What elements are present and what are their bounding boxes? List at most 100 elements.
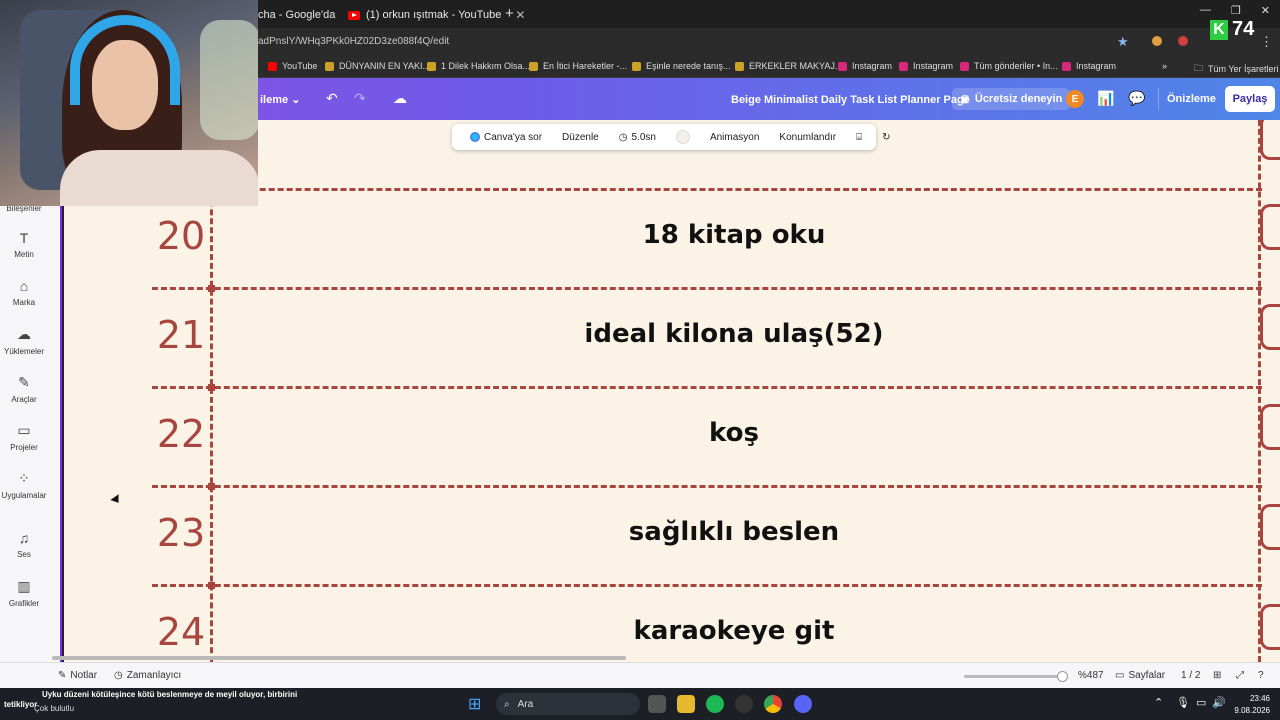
row-number[interactable]: 23	[152, 511, 210, 555]
task-text[interactable]: koş	[214, 418, 1254, 448]
analytics-icon[interactable]: 📊	[1097, 90, 1114, 107]
task-view-icon[interactable]	[648, 695, 666, 713]
row-end-tab	[1260, 204, 1280, 250]
extension-icon[interactable]	[1152, 36, 1162, 46]
bookmark-item[interactable]: 1 Dilek Hakkım Olsa...	[427, 61, 530, 71]
fullscreen-icon[interactable]: ⤢	[1236, 670, 1244, 681]
zoom-slider-knob[interactable]	[1057, 671, 1068, 682]
share-button[interactable]: Paylaş	[1225, 86, 1275, 112]
sidebar-item-uploads[interactable]: ☁ Yüklemeler	[0, 326, 48, 356]
bookmark-item[interactable]: Instagram	[899, 61, 953, 71]
row-number[interactable]: 22	[152, 412, 210, 456]
document-title[interactable]: Beige Minimalist Daily Task List Planner…	[731, 94, 970, 106]
bookmark-item[interactable]: Eşinle nerede tanış...	[632, 61, 731, 71]
duration-button[interactable]: ◷ 5.0sn	[609, 132, 666, 143]
sidebar-item-audio[interactable]: ♫ Ses	[0, 530, 48, 559]
sidebar-item-label: Uygulamalar	[1, 491, 47, 500]
bookmark-item[interactable]: ERKEKLER MAKYAJ...	[735, 61, 842, 71]
bookmark-item[interactable]: En İtici Hareketler -...	[529, 61, 627, 71]
sidebar-item-label: Yüklemeler	[3, 347, 44, 356]
sidebar-item-apps[interactable]: ⁘ Uygulamalar	[0, 470, 48, 500]
timer-label: Zamanlayıcı	[126, 670, 182, 681]
file-explorer-icon[interactable]	[677, 695, 695, 713]
comment-icon[interactable]: 💬	[1128, 90, 1145, 107]
bookmark-star-icon[interactable]: ★	[1117, 34, 1129, 50]
notes-button[interactable]: ✎ Notlar	[58, 670, 97, 681]
cloud-save-icon[interactable]: ☁	[393, 90, 407, 107]
tab-label: (1) orkun ışıtmak - YouTube	[366, 9, 502, 21]
taskbar-search[interactable]: ⌕ Ara	[496, 693, 640, 715]
task-text[interactable]: ideal kilona ulaş(52)	[214, 319, 1254, 349]
paint-format-icon[interactable]: ⌸	[846, 132, 872, 143]
bookmark-favicon-icon	[427, 61, 436, 71]
refresh-icon[interactable]: ↻	[872, 132, 900, 143]
ask-label: Canva'ya sor	[484, 131, 543, 143]
task-text[interactable]: sağlıklı beslen	[214, 517, 1254, 547]
sidebar-item-projects[interactable]: ▭ Projeler	[0, 422, 48, 452]
chevron-down-icon: ⌄	[291, 94, 301, 106]
timer-button[interactable]: ◷ Zamanlayıcı	[114, 670, 181, 681]
browser-menu-icon[interactable]: ⋮	[1260, 34, 1273, 50]
windows-start-icon[interactable]: ⊞	[468, 694, 481, 714]
preview-button[interactable]: Önizleme	[1158, 88, 1224, 110]
bookmark-label: Tüm gönderiler • In...	[974, 61, 1058, 71]
volume-icon[interactable]: 🔊	[1212, 696, 1226, 709]
close-tab-icon[interactable]: ✕	[515, 8, 525, 22]
bookmark-item[interactable]: Instagram	[838, 61, 892, 71]
edit-button[interactable]: Düzenle	[552, 132, 609, 143]
bookmark-item[interactable]: Tüm gönderiler • In...	[960, 61, 1058, 71]
task-text[interactable]: karaokeye git	[214, 616, 1254, 646]
undo-icon[interactable]: ↶	[326, 90, 338, 107]
background-light	[200, 20, 258, 140]
ask-canva-button[interactable]: Canva'ya sor	[460, 132, 552, 143]
all-bookmarks-button[interactable]: 🗀 Tüm Yer İşaretleri	[1194, 61, 1279, 77]
extension-icon[interactable]	[1178, 36, 1188, 46]
minimize-icon[interactable]: —	[1200, 4, 1211, 17]
close-window-icon[interactable]: ✕	[1261, 4, 1270, 17]
avatar[interactable]: E	[1066, 90, 1084, 108]
maximize-icon[interactable]: ❐	[1231, 4, 1241, 17]
help-icon[interactable]: ?	[1258, 670, 1264, 681]
sidebar-item-text[interactable]: T Metin	[0, 230, 48, 259]
sidebar-item-tools[interactable]: ✎ Araçlar	[0, 374, 48, 404]
chrome-icon[interactable]	[764, 695, 782, 713]
redo-icon[interactable]: ↷	[354, 90, 366, 107]
zoom-slider[interactable]	[964, 671, 1068, 682]
url-field[interactable]: adPnslY/WHq3PKk0HZ02D3ze088f4Q/edit	[258, 36, 449, 47]
bookmark-item[interactable]: Instagram	[1062, 61, 1116, 71]
row-number[interactable]: 24	[152, 610, 210, 654]
color-button[interactable]	[666, 130, 700, 144]
system-clock[interactable]: 23:46 9.08.2026	[1234, 693, 1270, 717]
sidebar-item-label: Metin	[14, 250, 34, 259]
tray-overflow-icon[interactable]: ⌃	[1154, 696, 1163, 709]
horizontal-scrollbar[interactable]	[52, 656, 626, 660]
task-text[interactable]: 18 kitap oku	[214, 220, 1254, 250]
zoom-level[interactable]: %487	[1078, 670, 1104, 681]
animation-button[interactable]: Animasyon	[700, 132, 769, 143]
notes-label: Notlar	[70, 670, 98, 681]
grid-view-icon[interactable]: ⊞	[1213, 670, 1221, 681]
microphone-icon[interactable]: 🎙	[1176, 696, 1190, 709]
obs-icon[interactable]	[735, 695, 753, 713]
sidebar-item-charts[interactable]: ▥ Grafikler	[0, 578, 48, 608]
network-icon[interactable]: ▭	[1196, 696, 1206, 709]
position-button[interactable]: Konumlandır	[769, 132, 846, 143]
page-indicator[interactable]: 1 / 2	[1181, 670, 1200, 681]
file-menu-button[interactable]: ileme ⌄	[260, 93, 300, 106]
bookmarks-overflow-button[interactable]: »	[1162, 61, 1167, 71]
new-tab-button[interactable]: +	[505, 5, 514, 22]
discord-icon[interactable]	[794, 695, 812, 713]
music-icon: ♫	[18, 530, 30, 546]
sidebar-item-brand[interactable]: ⌂ Marka	[0, 278, 48, 307]
bookmark-item[interactable]: YouTube	[268, 61, 317, 71]
clock-date: 9.08.2026	[1234, 706, 1270, 715]
weather-label[interactable]: Çok bulutlu	[34, 704, 74, 713]
row-number[interactable]: 20	[152, 214, 210, 258]
free-trial-button[interactable]: ♛ Ücretsiz deneyin	[952, 88, 1071, 110]
bookmark-item[interactable]: DÜNYANIN EN YAKI...	[325, 61, 430, 71]
pages-button[interactable]: ▭ Sayfalar	[1115, 670, 1165, 681]
spotify-icon[interactable]	[706, 695, 724, 713]
row-number[interactable]: 21	[152, 313, 210, 357]
youtube-icon	[348, 10, 360, 20]
stream-overlay-badge: K 74	[1210, 18, 1254, 41]
